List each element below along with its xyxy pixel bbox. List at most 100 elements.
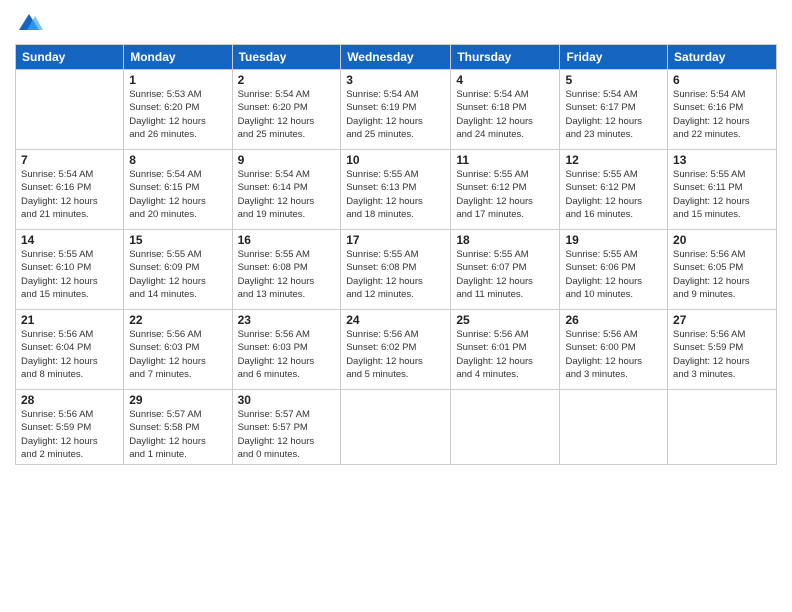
day-info: Sunrise: 5:56 AM Sunset: 6:02 PM Dayligh… xyxy=(346,328,445,381)
calendar-cell: 5Sunrise: 5:54 AM Sunset: 6:17 PM Daylig… xyxy=(560,70,668,150)
day-info: Sunrise: 5:55 AM Sunset: 6:12 PM Dayligh… xyxy=(456,168,554,221)
calendar-cell xyxy=(668,390,777,465)
calendar-cell: 3Sunrise: 5:54 AM Sunset: 6:19 PM Daylig… xyxy=(341,70,451,150)
day-info: Sunrise: 5:55 AM Sunset: 6:07 PM Dayligh… xyxy=(456,248,554,301)
calendar-cell: 26Sunrise: 5:56 AM Sunset: 6:00 PM Dayli… xyxy=(560,310,668,390)
calendar-cell: 1Sunrise: 5:53 AM Sunset: 6:20 PM Daylig… xyxy=(124,70,232,150)
day-number: 13 xyxy=(673,153,771,167)
calendar-cell xyxy=(16,70,124,150)
weekday-header-thursday: Thursday xyxy=(451,45,560,70)
calendar-cell: 11Sunrise: 5:55 AM Sunset: 6:12 PM Dayli… xyxy=(451,150,560,230)
day-number: 8 xyxy=(129,153,226,167)
day-number: 14 xyxy=(21,233,118,247)
calendar-cell: 14Sunrise: 5:55 AM Sunset: 6:10 PM Dayli… xyxy=(16,230,124,310)
day-number: 15 xyxy=(129,233,226,247)
weekday-header-wednesday: Wednesday xyxy=(341,45,451,70)
calendar-week-1: 1Sunrise: 5:53 AM Sunset: 6:20 PM Daylig… xyxy=(16,70,777,150)
day-number: 18 xyxy=(456,233,554,247)
calendar-cell: 17Sunrise: 5:55 AM Sunset: 6:08 PM Dayli… xyxy=(341,230,451,310)
day-info: Sunrise: 5:55 AM Sunset: 6:09 PM Dayligh… xyxy=(129,248,226,301)
day-info: Sunrise: 5:54 AM Sunset: 6:20 PM Dayligh… xyxy=(238,88,336,141)
calendar-cell: 25Sunrise: 5:56 AM Sunset: 6:01 PM Dayli… xyxy=(451,310,560,390)
calendar-cell: 15Sunrise: 5:55 AM Sunset: 6:09 PM Dayli… xyxy=(124,230,232,310)
logo xyxy=(15,10,47,38)
day-number: 16 xyxy=(238,233,336,247)
calendar-week-4: 21Sunrise: 5:56 AM Sunset: 6:04 PM Dayli… xyxy=(16,310,777,390)
calendar-cell xyxy=(341,390,451,465)
day-number: 5 xyxy=(565,73,662,87)
calendar-cell: 27Sunrise: 5:56 AM Sunset: 5:59 PM Dayli… xyxy=(668,310,777,390)
logo-icon xyxy=(15,10,43,38)
day-info: Sunrise: 5:53 AM Sunset: 6:20 PM Dayligh… xyxy=(129,88,226,141)
day-info: Sunrise: 5:55 AM Sunset: 6:06 PM Dayligh… xyxy=(565,248,662,301)
calendar-cell: 30Sunrise: 5:57 AM Sunset: 5:57 PM Dayli… xyxy=(232,390,341,465)
day-info: Sunrise: 5:54 AM Sunset: 6:19 PM Dayligh… xyxy=(346,88,445,141)
calendar-cell: 23Sunrise: 5:56 AM Sunset: 6:03 PM Dayli… xyxy=(232,310,341,390)
calendar-cell: 10Sunrise: 5:55 AM Sunset: 6:13 PM Dayli… xyxy=(341,150,451,230)
calendar-week-2: 7Sunrise: 5:54 AM Sunset: 6:16 PM Daylig… xyxy=(16,150,777,230)
day-info: Sunrise: 5:57 AM Sunset: 5:57 PM Dayligh… xyxy=(238,408,336,461)
day-info: Sunrise: 5:56 AM Sunset: 6:00 PM Dayligh… xyxy=(565,328,662,381)
weekday-header-saturday: Saturday xyxy=(668,45,777,70)
day-number: 26 xyxy=(565,313,662,327)
day-info: Sunrise: 5:55 AM Sunset: 6:08 PM Dayligh… xyxy=(238,248,336,301)
calendar-cell: 7Sunrise: 5:54 AM Sunset: 6:16 PM Daylig… xyxy=(16,150,124,230)
day-info: Sunrise: 5:54 AM Sunset: 6:17 PM Dayligh… xyxy=(565,88,662,141)
weekday-header-row: SundayMondayTuesdayWednesdayThursdayFrid… xyxy=(16,45,777,70)
calendar-cell: 20Sunrise: 5:56 AM Sunset: 6:05 PM Dayli… xyxy=(668,230,777,310)
day-info: Sunrise: 5:56 AM Sunset: 6:04 PM Dayligh… xyxy=(21,328,118,381)
calendar-cell: 9Sunrise: 5:54 AM Sunset: 6:14 PM Daylig… xyxy=(232,150,341,230)
calendar-cell: 29Sunrise: 5:57 AM Sunset: 5:58 PM Dayli… xyxy=(124,390,232,465)
day-info: Sunrise: 5:55 AM Sunset: 6:13 PM Dayligh… xyxy=(346,168,445,221)
day-info: Sunrise: 5:55 AM Sunset: 6:10 PM Dayligh… xyxy=(21,248,118,301)
calendar-cell: 18Sunrise: 5:55 AM Sunset: 6:07 PM Dayli… xyxy=(451,230,560,310)
day-number: 2 xyxy=(238,73,336,87)
day-info: Sunrise: 5:57 AM Sunset: 5:58 PM Dayligh… xyxy=(129,408,226,461)
day-number: 21 xyxy=(21,313,118,327)
day-info: Sunrise: 5:56 AM Sunset: 6:01 PM Dayligh… xyxy=(456,328,554,381)
day-number: 4 xyxy=(456,73,554,87)
weekday-header-sunday: Sunday xyxy=(16,45,124,70)
calendar-cell: 2Sunrise: 5:54 AM Sunset: 6:20 PM Daylig… xyxy=(232,70,341,150)
weekday-header-friday: Friday xyxy=(560,45,668,70)
calendar-cell: 24Sunrise: 5:56 AM Sunset: 6:02 PM Dayli… xyxy=(341,310,451,390)
calendar-cell: 28Sunrise: 5:56 AM Sunset: 5:59 PM Dayli… xyxy=(16,390,124,465)
day-number: 19 xyxy=(565,233,662,247)
calendar-cell: 13Sunrise: 5:55 AM Sunset: 6:11 PM Dayli… xyxy=(668,150,777,230)
day-number: 27 xyxy=(673,313,771,327)
calendar-week-5: 28Sunrise: 5:56 AM Sunset: 5:59 PM Dayli… xyxy=(16,390,777,465)
day-info: Sunrise: 5:55 AM Sunset: 6:08 PM Dayligh… xyxy=(346,248,445,301)
day-info: Sunrise: 5:54 AM Sunset: 6:16 PM Dayligh… xyxy=(21,168,118,221)
day-number: 22 xyxy=(129,313,226,327)
day-number: 24 xyxy=(346,313,445,327)
calendar-cell: 4Sunrise: 5:54 AM Sunset: 6:18 PM Daylig… xyxy=(451,70,560,150)
day-number: 9 xyxy=(238,153,336,167)
day-number: 20 xyxy=(673,233,771,247)
day-number: 6 xyxy=(673,73,771,87)
day-info: Sunrise: 5:54 AM Sunset: 6:18 PM Dayligh… xyxy=(456,88,554,141)
calendar-cell: 21Sunrise: 5:56 AM Sunset: 6:04 PM Dayli… xyxy=(16,310,124,390)
calendar-cell: 16Sunrise: 5:55 AM Sunset: 6:08 PM Dayli… xyxy=(232,230,341,310)
calendar-cell: 12Sunrise: 5:55 AM Sunset: 6:12 PM Dayli… xyxy=(560,150,668,230)
day-number: 28 xyxy=(21,393,118,407)
day-info: Sunrise: 5:54 AM Sunset: 6:16 PM Dayligh… xyxy=(673,88,771,141)
day-number: 30 xyxy=(238,393,336,407)
day-info: Sunrise: 5:56 AM Sunset: 5:59 PM Dayligh… xyxy=(673,328,771,381)
calendar-cell: 6Sunrise: 5:54 AM Sunset: 6:16 PM Daylig… xyxy=(668,70,777,150)
calendar-cell: 8Sunrise: 5:54 AM Sunset: 6:15 PM Daylig… xyxy=(124,150,232,230)
day-info: Sunrise: 5:56 AM Sunset: 6:03 PM Dayligh… xyxy=(238,328,336,381)
day-number: 11 xyxy=(456,153,554,167)
day-info: Sunrise: 5:56 AM Sunset: 5:59 PM Dayligh… xyxy=(21,408,118,461)
day-number: 29 xyxy=(129,393,226,407)
day-number: 3 xyxy=(346,73,445,87)
weekday-header-tuesday: Tuesday xyxy=(232,45,341,70)
weekday-header-monday: Monday xyxy=(124,45,232,70)
day-number: 12 xyxy=(565,153,662,167)
day-number: 17 xyxy=(346,233,445,247)
day-number: 7 xyxy=(21,153,118,167)
calendar-cell xyxy=(560,390,668,465)
day-info: Sunrise: 5:54 AM Sunset: 6:15 PM Dayligh… xyxy=(129,168,226,221)
day-number: 10 xyxy=(346,153,445,167)
day-info: Sunrise: 5:56 AM Sunset: 6:05 PM Dayligh… xyxy=(673,248,771,301)
calendar-cell: 22Sunrise: 5:56 AM Sunset: 6:03 PM Dayli… xyxy=(124,310,232,390)
